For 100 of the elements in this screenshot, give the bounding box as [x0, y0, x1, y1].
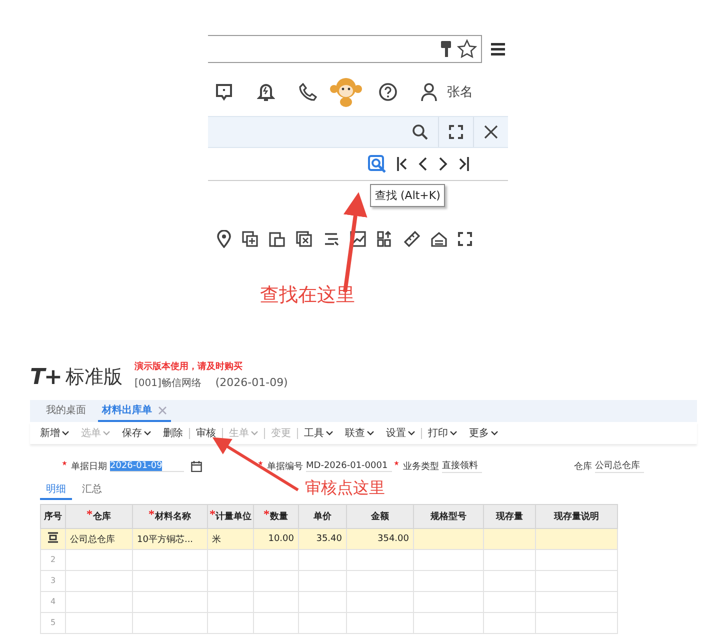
- list-lines-icon[interactable]: [323, 231, 339, 247]
- table-cell: [484, 570, 536, 592]
- caret-icon: [144, 430, 151, 436]
- toolbar-button[interactable]: 打印: [422, 426, 463, 440]
- chart-image-icon[interactable]: [350, 231, 366, 247]
- table-cell: [298, 612, 346, 634]
- caret-icon: [408, 430, 415, 436]
- company-name: [001]畅信网络: [134, 377, 202, 390]
- caret-icon: [367, 430, 374, 436]
- table-cell: [414, 550, 484, 570]
- table-cell: [298, 592, 346, 612]
- caret-icon: [326, 430, 333, 436]
- table-cell: 10平方铜芯...: [132, 528, 208, 550]
- toolbar-button[interactable]: 工具: [298, 426, 339, 440]
- caret-icon: [251, 430, 258, 436]
- toolbar-button[interactable]: 设置: [380, 426, 421, 440]
- toolbar-button[interactable]: 保存: [116, 426, 157, 440]
- fullscreen-icon[interactable]: [449, 125, 463, 139]
- key-icon[interactable]: [439, 40, 453, 58]
- message-icon[interactable]: [215, 83, 233, 101]
- table-cell: [414, 612, 484, 634]
- tab[interactable]: 我的桌面: [42, 400, 90, 422]
- last-page-icon[interactable]: [458, 156, 470, 172]
- table-cell: [346, 592, 414, 612]
- table-cell: [254, 570, 298, 592]
- caret-icon: [62, 430, 69, 436]
- column-header: 数量: [254, 504, 298, 528]
- grid-arrow-icon[interactable]: [377, 231, 393, 247]
- table-cell: [208, 592, 254, 612]
- table-cell: [208, 612, 254, 634]
- table-cell: [66, 612, 132, 634]
- caret-icon: [491, 430, 498, 436]
- close-icon[interactable]: [484, 125, 498, 139]
- input-field[interactable]: MD-2026-01-0001: [306, 460, 392, 472]
- annotation-text: 审核点这里: [305, 478, 385, 499]
- row-edit-icon[interactable]: [47, 532, 59, 543]
- input-field[interactable]: 公司总仓库: [595, 459, 644, 473]
- table-cell: [484, 550, 536, 570]
- help-icon[interactable]: [379, 83, 397, 101]
- first-page-icon[interactable]: [396, 156, 408, 172]
- column-header: 现存量说明: [536, 504, 618, 528]
- table-cell: [66, 570, 132, 592]
- column-header: 金额: [346, 504, 414, 528]
- table-cell: [414, 592, 484, 612]
- tab[interactable]: 明细: [40, 482, 72, 500]
- table-cell: [484, 612, 536, 634]
- column-header: 现存量: [484, 504, 536, 528]
- user-icon[interactable]: [421, 83, 437, 101]
- table-cell: 4: [40, 592, 66, 612]
- column-header: 仓库: [66, 504, 132, 528]
- tab[interactable]: 汇总: [76, 482, 108, 500]
- toolbar-button[interactable]: 审核: [190, 426, 222, 440]
- find-icon[interactable]: [368, 155, 386, 173]
- bell-icon[interactable]: [257, 82, 275, 102]
- tab[interactable]: 材料出库单: [98, 400, 171, 422]
- table-cell: [414, 570, 484, 592]
- table-cell: [66, 550, 132, 570]
- toolbar-button[interactable]: 联查: [339, 426, 380, 440]
- copy-delete-icon[interactable]: [296, 231, 312, 247]
- field-label: 单据编号: [258, 460, 303, 472]
- field-label: 业务类型: [394, 460, 439, 472]
- location-pin-icon[interactable]: [217, 230, 231, 248]
- column-header: 材料名称: [132, 504, 208, 528]
- menu-icon[interactable]: [491, 42, 505, 56]
- fullscreen-icon[interactable]: [458, 232, 472, 246]
- table-cell: 5: [40, 612, 66, 634]
- toolbar-button[interactable]: 新增: [34, 426, 75, 440]
- table-cell: 35.40: [298, 528, 346, 550]
- toolbar-button[interactable]: 删除: [157, 426, 189, 440]
- caret-icon: [450, 430, 457, 436]
- previous-icon[interactable]: [418, 156, 428, 172]
- input-field[interactable]: 直接领料: [442, 459, 482, 473]
- user-name[interactable]: 张名: [447, 83, 473, 101]
- table-cell: 354.00: [346, 528, 414, 550]
- field-label: 仓库: [574, 460, 592, 472]
- table-cell: [66, 592, 132, 612]
- next-icon[interactable]: [438, 156, 448, 172]
- table-cell: 2: [40, 550, 66, 570]
- table-cell: [254, 612, 298, 634]
- calendar-icon[interactable]: [191, 460, 202, 472]
- table-cell: [254, 592, 298, 612]
- table-cell: [484, 528, 536, 550]
- table-cell: 10.00: [254, 528, 298, 550]
- phone-icon[interactable]: [299, 83, 317, 101]
- ruler-icon[interactable]: [404, 231, 420, 247]
- search-icon[interactable]: [412, 124, 428, 140]
- table-cell: [208, 570, 254, 592]
- table-cell: 米: [208, 528, 254, 550]
- login-date: (2026-01-09): [215, 376, 288, 390]
- house-icon[interactable]: [431, 231, 447, 247]
- clipboard-icon[interactable]: [269, 231, 285, 247]
- copy-add-icon[interactable]: [242, 231, 258, 247]
- table-cell: [346, 550, 414, 570]
- table-cell: [484, 592, 536, 612]
- table-cell: [254, 550, 298, 570]
- column-header: 序号: [40, 504, 66, 528]
- table-cell: [346, 570, 414, 592]
- star-icon[interactable]: [457, 39, 477, 59]
- toolbar-button[interactable]: 更多: [463, 426, 504, 440]
- address-bar[interactable]: [208, 35, 482, 63]
